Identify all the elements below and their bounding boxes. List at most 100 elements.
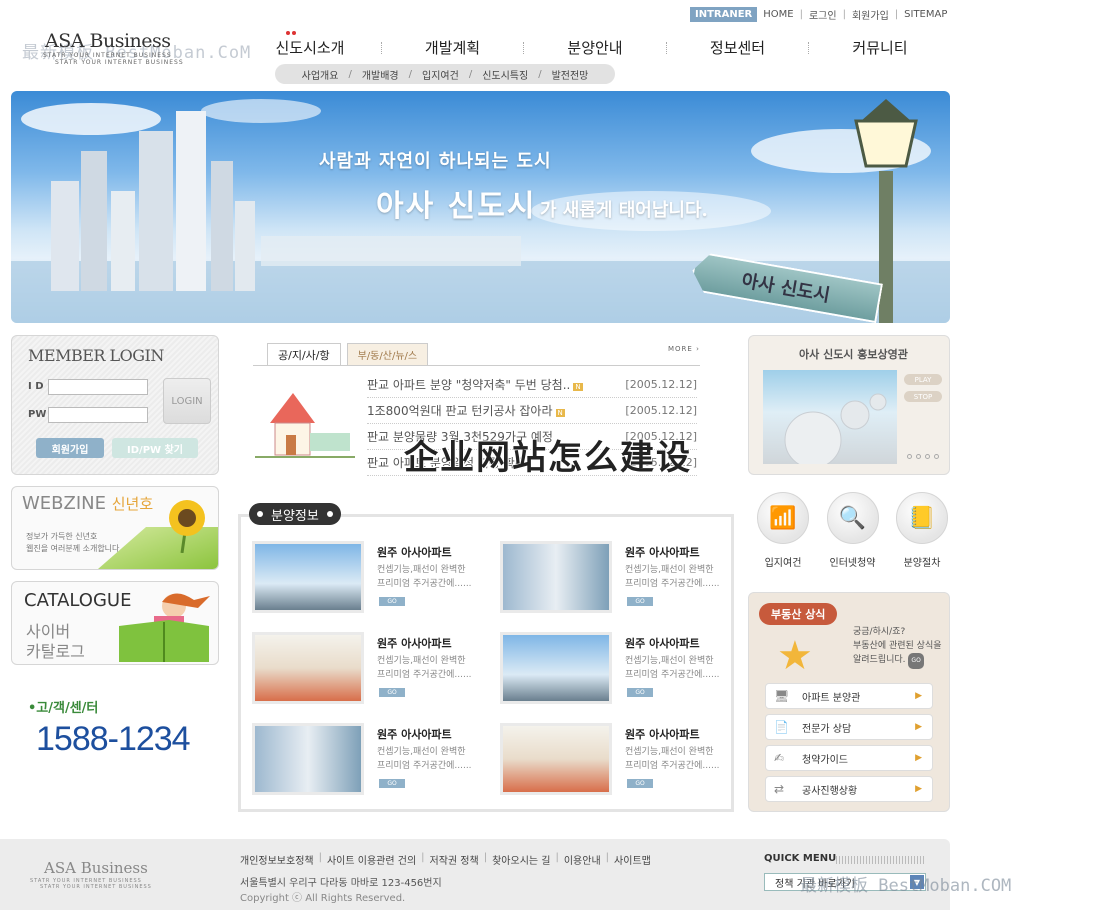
sunflower-icon [169, 500, 205, 553]
list-item[interactable]: 판교 아파트 분양 "청약저축" 두번 당첨.. N [2005.12.12] [367, 372, 697, 398]
product-name: 원주 아사아파트 [377, 637, 452, 650]
nav-item-community[interactable]: 커뮤니티 [820, 37, 940, 58]
product-thumb [252, 632, 364, 704]
footer-link-privacy[interactable]: 개인정보보호정책 [240, 852, 314, 867]
tab-notice[interactable]: 공/지/사/항 [267, 343, 341, 365]
quick-item-location[interactable]: 📶 입지여건 [755, 492, 811, 569]
banner-headline: 사람과 자연이 하나되는 도시 [319, 151, 552, 172]
chevron-right-icon: › [696, 345, 700, 353]
join-link[interactable]: 회원가입 [852, 7, 889, 22]
quick-item-sale-procedure[interactable]: 📒 분양절차 [894, 492, 950, 569]
document-icon: 📄 [774, 720, 789, 734]
product-card[interactable]: 원주 아사아파트 컨셉기능,패선이 완벽한 프리미엄 주거공간에...... GO [500, 541, 730, 621]
product-card[interactable]: 원주 아사아파트 컨셉기능,패선이 완벽한 프리미엄 주거공간에...... GO [252, 541, 482, 621]
product-name: 원주 아사아파트 [625, 728, 700, 741]
banner-title: 아사 신도시 가 새롭게 태어납니다. [376, 181, 708, 225]
menu-item-expert-consult[interactable]: 📄 전문가 상담 ▶ [765, 714, 933, 740]
go-button[interactable]: GO [379, 597, 405, 606]
id-input[interactable] [48, 379, 148, 395]
pager-dot-icon[interactable] [907, 454, 912, 459]
footer-link-sitemap[interactable]: 사이트맵 [614, 852, 651, 867]
subnav-item[interactable]: 개발배경 [362, 67, 399, 82]
logo-tagline: STATR YOUR INTERNET BUSINESS [55, 59, 184, 66]
product-thumb [500, 541, 612, 613]
knowledge-question: 궁금/하시/죠? [853, 627, 906, 637]
footer-link-copyright[interactable]: 저작권 정책 [430, 852, 479, 867]
go-button[interactable]: GO [379, 779, 405, 788]
product-card[interactable]: 원주 아사아파트 컨셉기능,패선이 완벽한 프리미엄 주거공간에...... GO [252, 723, 482, 803]
footer-logo: ASA Business [44, 859, 148, 877]
knowledge-menu: 🖥 아파트 분양관 ▶ 📄 전문가 상담 ▶ ✍ 청약가이드 ▶ ⇄ 공사진행상황 ▶ [765, 683, 933, 807]
quick-label: 입지여건 [764, 558, 802, 569]
divider: / [348, 68, 352, 80]
intraner-link[interactable]: INTRANER [690, 7, 758, 22]
catalogue-sub: 사이버 카탈로그 [26, 622, 85, 662]
subnav-item[interactable]: 입지여건 [422, 67, 459, 82]
menu-item-construction-status[interactable]: ⇄ 공사진행상황 ▶ [765, 776, 933, 802]
pr-title: 아사 신도시 홍보상영관 [799, 348, 908, 361]
product-card[interactable]: 원주 아사아파트 컨셉기능,패선이 완벽한 프리미엄 주거공간에...... GO [500, 632, 730, 712]
pager-dots [907, 454, 939, 459]
go-button[interactable]: GO [379, 688, 405, 697]
subnav-item[interactable]: 발전전망 [552, 67, 589, 82]
login-link[interactable]: 로그인 [809, 7, 837, 22]
nav-item-sale[interactable]: 분양안내 [535, 37, 655, 58]
product-thumb [500, 632, 612, 704]
divider: / [468, 68, 473, 80]
pr-video-image[interactable] [763, 370, 897, 464]
home-link[interactable]: HOME [763, 9, 793, 20]
webzine-banner[interactable]: WEBZINE 신년호 정보가 가득한 신년호 웹진을 여러분께 소개합니다. [11, 486, 219, 570]
site-logo[interactable]: ASA Business STATR YOUR INTERNET BUSINES… [43, 30, 184, 66]
watermark-bottom: 最新模板 BestMoban.COM [800, 876, 1012, 896]
more-link[interactable]: MORE › [668, 345, 700, 353]
product-card[interactable]: 원주 아사아파트 컨셉기능,패선이 완벽한 프리미엄 주거공간에...... GO [252, 632, 482, 712]
bunyang-title: 분양정보 [249, 503, 341, 525]
arrow-right-icon: ▶ [915, 753, 922, 763]
subnav-item[interactable]: 신도시특징 [482, 67, 528, 82]
find-id-pw-button[interactable]: ID/PW 찾기 [112, 438, 198, 458]
pager-dot-icon[interactable] [916, 454, 921, 459]
play-button[interactable]: PLAY [904, 374, 942, 385]
nav-item-plan[interactable]: 개발계획 [393, 37, 513, 58]
signal-icon: 📶 [757, 492, 809, 544]
new-badge-icon: N [555, 409, 565, 417]
nav-item-info[interactable]: 정보센터 [678, 37, 798, 58]
go-button[interactable]: GO [627, 597, 653, 606]
product-card[interactable]: 원주 아사아파트 컨셉기능,패선이 완벽한 프리미엄 주거공간에...... GO [500, 723, 730, 803]
join-button[interactable]: 회원가입 [36, 438, 104, 458]
pager-dot-icon[interactable] [925, 454, 930, 459]
footer-link-guide[interactable]: 이용안내 [564, 852, 601, 867]
product-name: 원주 아사아파트 [377, 728, 452, 741]
divider: | [421, 852, 425, 863]
monitor-icon: 🖥 [774, 689, 790, 703]
menu-item-subscription-guide[interactable]: ✍ 청약가이드 ▶ [765, 745, 933, 771]
banner-title-small: 가 새롭게 태어납니다. [539, 200, 708, 221]
divider: | [894, 9, 899, 20]
go-button[interactable]: GO [627, 688, 653, 697]
cs-label: •고/객/센/터 [28, 701, 99, 716]
pw-input[interactable] [48, 407, 148, 423]
pager-dot-icon[interactable] [934, 454, 939, 459]
subnav-item[interactable]: 사업개요 [302, 67, 339, 82]
product-thumb [252, 541, 364, 613]
quick-item-online-subscription[interactable]: 🔍 인터넷청약 [825, 492, 881, 569]
stop-button[interactable]: STOP [904, 391, 942, 402]
go-button[interactable]: GO [908, 653, 924, 669]
footer-address: 서울특별시 우리구 다라동 마바로 123-456번지 [240, 878, 442, 889]
catalogue-banner[interactable]: CATALOGUE 사이버 카탈로그 [11, 581, 219, 665]
notice-title: 판교 아파트 분양 "청약저축" 두번 당첨.. N [367, 378, 583, 392]
menu-label: 청약가이드 [802, 754, 848, 766]
login-button[interactable]: LOGIN [163, 378, 211, 424]
footer-link-directions[interactable]: 찾아오시는 길 [492, 852, 550, 867]
menu-item-apartment-sale[interactable]: 🖥 아파트 분양관 ▶ [765, 683, 933, 709]
nav-item-intro[interactable]: 신도시소개 [250, 31, 370, 58]
divider: | [483, 852, 488, 863]
go-button[interactable]: GO [627, 779, 653, 788]
footer-link-suggestion[interactable]: 사이트 이용관련 건의 [327, 852, 416, 867]
more-label: MORE [668, 345, 693, 353]
house-illustration [255, 393, 355, 458]
menu-label: 공사진행상황 [802, 785, 858, 797]
list-item[interactable]: 1조800억원대 판교 턴키공사 잡아라 N [2005.12.12] [367, 398, 697, 424]
tab-news[interactable]: 부/동/산/뉴/스 [346, 343, 429, 365]
sitemap-link[interactable]: SITEMAP [904, 9, 947, 20]
